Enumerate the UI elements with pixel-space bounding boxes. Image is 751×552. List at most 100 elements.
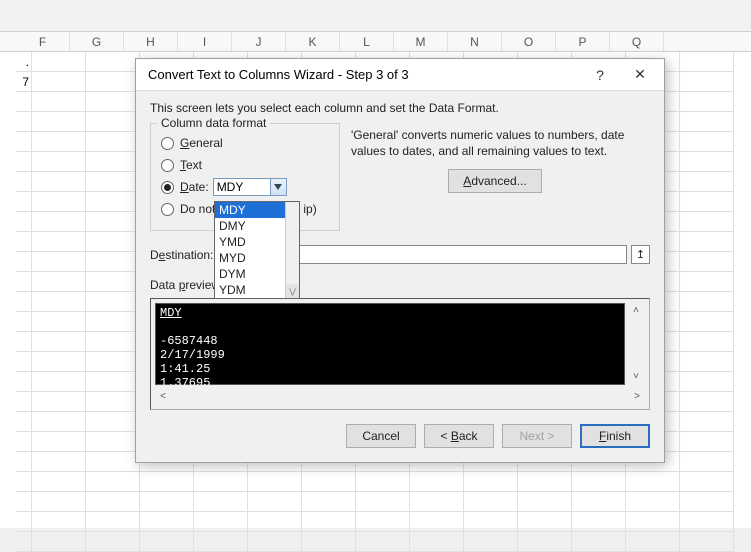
grid-cell[interactable] — [464, 512, 518, 532]
grid-cell[interactable] — [680, 92, 734, 112]
column-header[interactable]: O — [502, 32, 556, 51]
grid-cell[interactable] — [86, 152, 140, 172]
grid-cell[interactable] — [32, 532, 86, 552]
grid-cell[interactable] — [32, 52, 86, 72]
grid-cell[interactable] — [680, 492, 734, 512]
grid-cell[interactable] — [86, 272, 140, 292]
grid-cell[interactable] — [32, 412, 86, 432]
grid-cell[interactable] — [32, 332, 86, 352]
grid-cell[interactable] — [518, 472, 572, 492]
grid-cell[interactable] — [86, 492, 140, 512]
grid-cell[interactable] — [302, 492, 356, 512]
grid-cell[interactable] — [16, 452, 32, 472]
grid-cell[interactable] — [680, 72, 734, 92]
grid-cell[interactable] — [32, 512, 86, 532]
grid-cell[interactable] — [86, 72, 140, 92]
grid-cell[interactable] — [86, 172, 140, 192]
grid-cell[interactable] — [140, 512, 194, 532]
column-header[interactable]: K — [286, 32, 340, 51]
grid-cell[interactable] — [32, 232, 86, 252]
grid-cell[interactable] — [302, 532, 356, 552]
grid-cell[interactable] — [248, 512, 302, 532]
grid-cell[interactable] — [16, 112, 32, 132]
grid-cell[interactable] — [248, 492, 302, 512]
scroll-down-icon[interactable]: ⋁ — [286, 284, 299, 298]
grid-cell[interactable] — [16, 172, 32, 192]
preview-vertical-scrollbar[interactable]: ˄ ˅ — [627, 303, 645, 385]
advanced-button[interactable]: Advanced... — [448, 169, 541, 193]
radio-date[interactable] — [161, 181, 174, 194]
grid-cell[interactable] — [194, 472, 248, 492]
grid-cell[interactable] — [16, 412, 32, 432]
date-format-input[interactable] — [213, 178, 271, 196]
grid-cell[interactable] — [86, 452, 140, 472]
grid-cell[interactable] — [680, 312, 734, 332]
grid-cell[interactable] — [86, 472, 140, 492]
grid-cell[interactable] — [302, 512, 356, 532]
grid-cell[interactable] — [680, 52, 734, 72]
grid-cell[interactable] — [464, 472, 518, 492]
grid-cell[interactable] — [356, 532, 410, 552]
preview-content[interactable]: MDY -6587448 2/17/1999 1:41.25 1.37695 — [155, 303, 625, 385]
dropdown-scrollbar[interactable]: ⋁ — [285, 202, 299, 298]
grid-cell[interactable] — [16, 352, 32, 372]
date-format-dropdown-list[interactable]: MDYDMYYMDMYDDYMYDM ⋁ — [214, 201, 300, 299]
grid-cell[interactable] — [16, 532, 32, 552]
grid-cell[interactable] — [16, 292, 32, 312]
grid-cell[interactable] — [32, 92, 86, 112]
grid-cell[interactable] — [32, 212, 86, 232]
scroll-right-icon[interactable]: > — [629, 391, 645, 402]
grid-cell[interactable] — [680, 272, 734, 292]
grid-cell[interactable] — [86, 212, 140, 232]
grid-cell[interactable] — [32, 72, 86, 92]
grid-cell[interactable] — [86, 52, 140, 72]
grid-cell[interactable] — [32, 452, 86, 472]
grid-cell[interactable] — [572, 532, 626, 552]
grid-cell[interactable] — [572, 472, 626, 492]
grid-cell[interactable] — [86, 132, 140, 152]
grid-cell[interactable] — [680, 472, 734, 492]
grid-cell[interactable] — [356, 492, 410, 512]
grid-cell[interactable] — [410, 512, 464, 532]
date-format-combo[interactable] — [213, 178, 287, 196]
grid-cell[interactable] — [32, 312, 86, 332]
grid-cell[interactable] — [86, 532, 140, 552]
column-header[interactable]: L — [340, 32, 394, 51]
grid-cell[interactable] — [86, 372, 140, 392]
radio-general[interactable] — [161, 137, 174, 150]
grid-cell[interactable] — [248, 472, 302, 492]
grid-cell[interactable] — [518, 512, 572, 532]
grid-cell[interactable] — [86, 312, 140, 332]
grid-cell[interactable] — [32, 472, 86, 492]
grid-cell[interactable] — [680, 172, 734, 192]
grid-cell[interactable] — [572, 512, 626, 532]
finish-button[interactable]: Finish — [580, 424, 650, 448]
grid-cell[interactable] — [16, 332, 32, 352]
column-header[interactable]: P — [556, 32, 610, 51]
grid-cell[interactable] — [464, 492, 518, 512]
grid-cell[interactable] — [32, 392, 86, 412]
grid-cell[interactable] — [16, 232, 32, 252]
grid-cell[interactable] — [32, 352, 86, 372]
grid-cell[interactable] — [194, 492, 248, 512]
column-header[interactable]: H — [124, 32, 178, 51]
grid-cell[interactable] — [680, 252, 734, 272]
grid-cell[interactable] — [626, 512, 680, 532]
grid-cell[interactable] — [16, 212, 32, 232]
grid-cell[interactable]: . — [16, 52, 32, 72]
grid-cell[interactable] — [194, 532, 248, 552]
grid-cell[interactable] — [16, 152, 32, 172]
grid-cell[interactable] — [86, 432, 140, 452]
grid-cell[interactable] — [32, 192, 86, 212]
radio-text[interactable] — [161, 159, 174, 172]
cancel-button[interactable]: Cancel — [346, 424, 416, 448]
column-header[interactable]: F — [16, 32, 70, 51]
grid-cell[interactable] — [16, 492, 32, 512]
grid-cell[interactable] — [86, 232, 140, 252]
grid-cell[interactable] — [680, 452, 734, 472]
grid-cell[interactable] — [86, 352, 140, 372]
grid-cell[interactable] — [32, 492, 86, 512]
column-header[interactable]: G — [70, 32, 124, 51]
grid-cell[interactable] — [16, 192, 32, 212]
grid-cell[interactable] — [140, 492, 194, 512]
